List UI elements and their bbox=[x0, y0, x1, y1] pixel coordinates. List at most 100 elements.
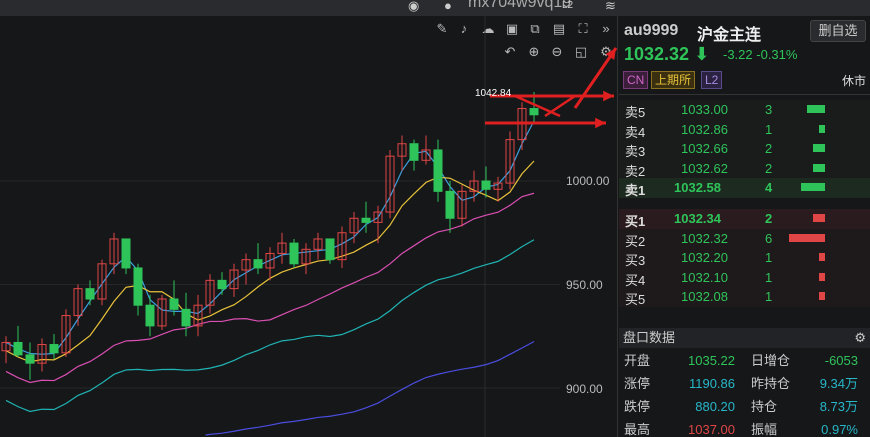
candlestick-chart[interactable]: ✎ ♪ ☁ ▣ ⧉ ▤ ⛶ » ↶ ⊕ ⊖ ◱ ⚙ 1000.00 950.00… bbox=[0, 16, 618, 437]
stat-label: 持仓 bbox=[751, 399, 778, 414]
tag-cn: CN bbox=[623, 71, 649, 89]
volume-bar bbox=[819, 253, 825, 261]
orderbook-row[interactable]: 买1 1032.34 2 bbox=[619, 209, 870, 229]
level-price: 1033.00 bbox=[681, 102, 728, 117]
avatar[interactable]: ● bbox=[444, 0, 452, 13]
tag-l2: L2 bbox=[701, 71, 723, 89]
level-price: 1032.66 bbox=[681, 141, 728, 156]
level-label: 卖5 bbox=[625, 105, 646, 120]
stat-label: 振幅 bbox=[751, 422, 778, 437]
layers-icon[interactable]: ≋ bbox=[605, 0, 616, 14]
stat-value: 1035.22 bbox=[688, 353, 735, 368]
candle-body bbox=[145, 304, 155, 327]
candle-body bbox=[325, 238, 335, 261]
level-qty: 2 bbox=[765, 211, 773, 226]
stat-value: 880.20 bbox=[695, 399, 735, 414]
volume-bar bbox=[801, 183, 825, 191]
level-label: 卖2 bbox=[625, 163, 646, 179]
annotation-line bbox=[544, 94, 576, 118]
change-value: -3.22 bbox=[723, 47, 753, 62]
stat-value: 9.34万 bbox=[819, 376, 858, 391]
orderbook-row[interactable]: 卖4 1032.86 1 bbox=[619, 119, 870, 140]
volume-bar bbox=[813, 214, 825, 222]
stat-label: 涨停 bbox=[624, 376, 651, 391]
level-qty: 2 bbox=[765, 141, 773, 156]
candle-body bbox=[409, 143, 419, 161]
volume-bar bbox=[813, 144, 825, 152]
candle-body bbox=[169, 298, 179, 310]
level-price: 1032.08 bbox=[681, 289, 728, 304]
level-label: 卖4 bbox=[625, 124, 646, 140]
tag-exchange: 上期所 bbox=[651, 71, 696, 89]
candle-body bbox=[49, 344, 59, 354]
level-price: 1032.32 bbox=[681, 230, 728, 246]
price-value: 1032.32 bbox=[624, 44, 690, 64]
volume-bar bbox=[807, 105, 825, 113]
orderbook-row[interactable]: 卖3 1032.66 2 bbox=[619, 139, 870, 159]
annotation-arrow bbox=[573, 47, 618, 109]
volume-bar bbox=[789, 233, 825, 242]
volume-bar bbox=[819, 124, 825, 133]
volume-bar bbox=[819, 292, 825, 300]
level-qty: 1 bbox=[765, 269, 773, 285]
orderbook-row[interactable]: 卖1 1032.58 4 bbox=[619, 178, 870, 198]
change-percent: -0.31% bbox=[756, 47, 798, 62]
candle-body bbox=[433, 149, 443, 192]
quote-panel: au9999 沪金主连 删自选 1032.32 ⬇ -3.22 -0.31% C… bbox=[619, 16, 870, 437]
title-bar: ◉ ● mx704w9vq19 L2 ≋ bbox=[0, 0, 870, 16]
volume-bar bbox=[819, 272, 825, 281]
orderbook-row[interactable]: 买5 1032.08 1 bbox=[619, 287, 870, 307]
level-price: 1032.10 bbox=[681, 269, 728, 285]
level-label: 买2 bbox=[625, 233, 646, 249]
candle-body bbox=[289, 242, 299, 265]
candle-body bbox=[529, 108, 539, 116]
stat-label: 昨持仓 bbox=[751, 376, 791, 391]
level-price: 1032.34 bbox=[674, 211, 721, 226]
last-price: 1032.32 ⬇ bbox=[624, 44, 709, 65]
level-qty: 3 bbox=[765, 102, 773, 117]
level-price: 1032.20 bbox=[681, 250, 728, 265]
username[interactable]: mx704w9vq19 bbox=[468, 0, 571, 12]
stats-header: 盘口数据 ⚙ bbox=[619, 328, 870, 348]
orderbook-row[interactable]: 买3 1032.20 1 bbox=[619, 248, 870, 268]
price-label: 900.00 bbox=[566, 382, 603, 396]
level-price: 1032.86 bbox=[681, 121, 728, 137]
candle-body bbox=[25, 354, 35, 364]
candle-body bbox=[13, 341, 23, 356]
price-label: 950.00 bbox=[566, 278, 603, 292]
price-label: 1000.00 bbox=[566, 174, 610, 188]
settings-icon[interactable]: ⚙ bbox=[854, 328, 866, 348]
candle-body bbox=[481, 180, 491, 190]
candle-body bbox=[253, 259, 263, 269]
level-badge: L2 bbox=[562, 0, 574, 11]
level-label: 买4 bbox=[625, 272, 646, 288]
candle-body bbox=[133, 267, 143, 306]
level-label: 买3 bbox=[625, 253, 646, 268]
orderbook-row[interactable]: 买2 1032.32 6 bbox=[619, 228, 870, 249]
down-arrow-icon: ⬇ bbox=[694, 44, 710, 64]
orderbook-row[interactable]: 卖2 1032.62 2 bbox=[619, 158, 870, 179]
ma5-line bbox=[5, 120, 535, 355]
ma20-line bbox=[5, 192, 535, 384]
stat-value: 0.97% bbox=[821, 422, 858, 437]
level-price: 1032.58 bbox=[674, 180, 721, 195]
remove-watchlist-button[interactable]: 删自选 bbox=[810, 20, 866, 42]
chart-canvas bbox=[0, 16, 618, 437]
app-icon[interactable]: ◉ bbox=[408, 0, 419, 14]
market-status: 休市 bbox=[841, 74, 866, 88]
stat-value: 1190.86 bbox=[688, 376, 735, 391]
level-qty: 4 bbox=[765, 180, 773, 195]
high-marker: 1042.84 bbox=[475, 88, 512, 99]
level-label: 买5 bbox=[625, 292, 646, 307]
stat-value: 8.73万 bbox=[819, 399, 858, 414]
stat-label: 开盘 bbox=[624, 353, 651, 368]
stat-label: 最高 bbox=[624, 422, 651, 437]
orderbook-row[interactable]: 卖5 1033.00 3 bbox=[619, 100, 870, 120]
stat-label: 日增仓 bbox=[751, 353, 791, 368]
stat-value: 1037.00 bbox=[688, 422, 735, 437]
level-label: 卖3 bbox=[625, 144, 646, 159]
orderbook-row[interactable]: 买4 1032.10 1 bbox=[619, 267, 870, 288]
level-qty: 1 bbox=[765, 121, 773, 137]
level-qty: 1 bbox=[765, 250, 773, 265]
candle-body bbox=[217, 279, 227, 290]
